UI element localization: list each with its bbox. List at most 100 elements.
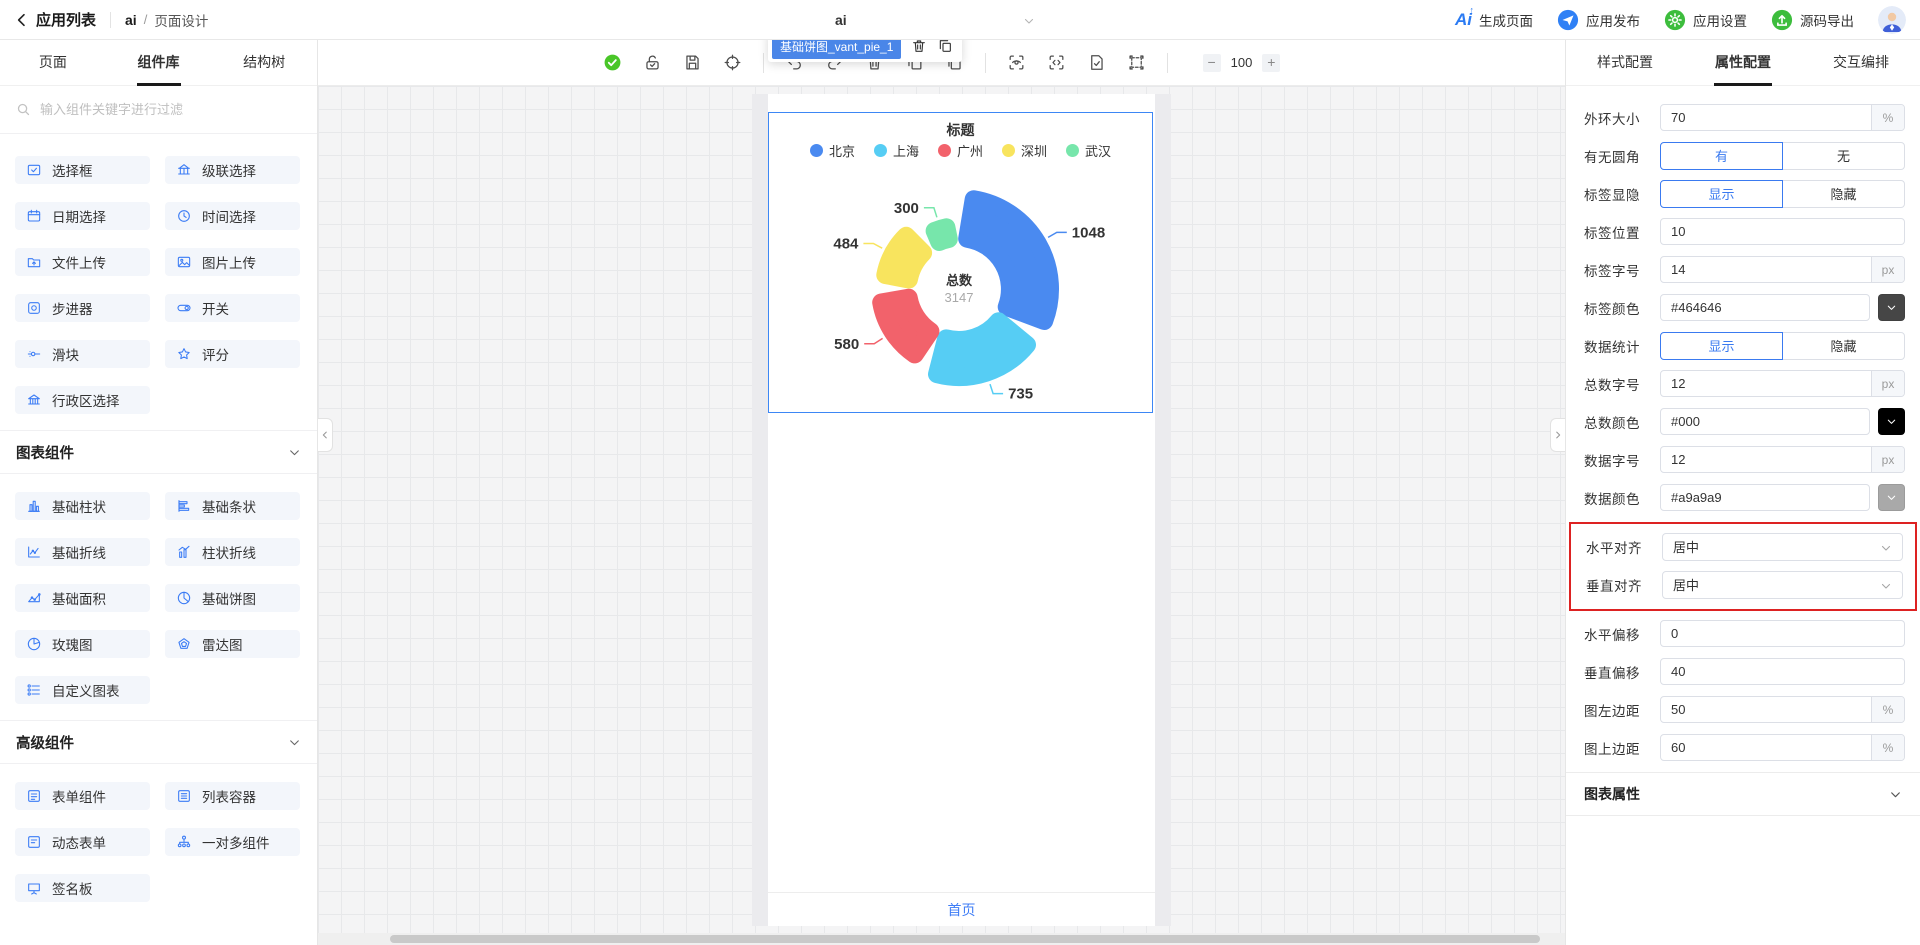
sidebar-tab-页面[interactable]: 页面 [0,40,106,86]
app-settings-button[interactable]: 应用设置 [1664,9,1747,31]
page-footer-tab[interactable]: 首页 [768,892,1155,926]
property-control [1660,218,1905,245]
component-tile-玫瑰图[interactable]: 玫瑰图 [15,630,150,658]
data-font-size-input[interactable] [1661,447,1871,472]
bar-horizontal-icon [176,498,192,514]
total-color-swatch-button[interactable] [1878,408,1905,435]
data-summary-option-隐藏[interactable]: 隐藏 [1782,331,1905,360]
preview-icon[interactable] [1007,53,1026,72]
back-chevron-icon[interactable] [14,12,30,28]
vertical-offset-input[interactable] [1661,659,1904,684]
property-label: 总数颜色 [1584,415,1640,431]
total-font-size-input[interactable] [1661,371,1871,396]
component-tile-基础面积[interactable]: 基础面积 [15,584,150,612]
component-tile-级联选择[interactable]: 级联选择 [165,156,300,184]
code-view-icon[interactable] [1047,53,1066,72]
component-tile-行政区选择[interactable]: 行政区选择 [15,386,150,414]
component-tile-基础饼图[interactable]: 基础饼图 [165,584,300,612]
label-color-swatch-button[interactable] [1878,294,1905,321]
horizontal-offset-input[interactable] [1661,621,1904,646]
chart-top-margin-input[interactable] [1661,735,1871,760]
component-tile-基础条状[interactable]: 基础条状 [165,492,300,520]
search-input[interactable] [40,102,301,117]
label-visibility-option-隐藏[interactable]: 隐藏 [1782,179,1905,208]
export-source-button[interactable]: 源码导出 [1771,9,1854,31]
chevron-down-icon [1023,14,1035,26]
property-row-chart-top-margin: 图上边距% [1566,734,1920,761]
collapse-left-panel-handle[interactable] [318,418,333,452]
pie-petal-北京 [958,190,1059,330]
checkbox-icon [26,162,42,178]
sidebar-tab-组件库[interactable]: 组件库 [106,40,212,86]
section-header-高级组件[interactable]: 高级组件 [0,720,317,764]
component-tile-滑块[interactable]: 滑块 [15,340,150,368]
component-tile-柱状折线[interactable]: 柱状折线 [165,538,300,566]
rounded-corner-option-有[interactable]: 有 [1660,141,1783,170]
rounded-corner-option-无[interactable]: 无 [1782,141,1905,170]
pie-chart-component[interactable]: 标题 北京 上海 广州 深圳 武汉 1048 735 580 484 300 总数 3147 [768,112,1153,413]
label-leader-line [864,337,884,345]
property-row-label-font-size: 标签字号 px [1566,256,1920,283]
component-tile-日期选择[interactable]: 日期选择 [15,202,150,230]
horizontal-align-select[interactable]: 居中 [1662,532,1903,561]
zoom-in-button[interactable]: + [1262,53,1281,72]
component-tile-图片上传[interactable]: 图片上传 [165,248,300,276]
label-font-size-input[interactable] [1661,257,1871,282]
label-position-input[interactable] [1661,219,1904,244]
zoom-out-button[interactable]: − [1202,53,1221,72]
component-tile-列表容器[interactable]: 列表容器 [165,782,300,810]
component-tile-开关[interactable]: 开关 [165,294,300,322]
property-control [1660,294,1905,321]
component-tile-自定义图表[interactable]: 自定义图表 [15,676,150,704]
target-icon[interactable] [723,53,742,72]
horizontal-scrollbar-thumb[interactable] [390,935,1540,943]
back-to-app-list-link[interactable]: 应用列表 [36,9,96,30]
component-tile-签名板[interactable]: 签名板 [15,874,150,902]
outer-ring-size-input[interactable] [1661,105,1871,130]
frame-select-icon[interactable] [1127,53,1146,72]
total-color-input[interactable] [1661,409,1869,434]
component-tile-动态表单[interactable]: 动态表单 [15,828,150,856]
component-tile-步进器[interactable]: 步进器 [15,294,150,322]
section-title: 图表属性 [1584,786,1640,802]
panel-tab-属性配置[interactable]: 属性配置 [1684,40,1802,86]
publish-app-button[interactable]: 应用发布 [1557,9,1640,31]
copy-component-icon[interactable] [937,38,953,54]
property-row-outer-ring-size: 外环大小% [1566,104,1920,131]
component-tile-选择框[interactable]: 选择框 [15,156,150,184]
chart-left-margin-input[interactable] [1661,697,1871,722]
page-designer-app: 应用列表 ai / 页面设计 ai Ai ↑ 生成页面 应用发布 应用设置 源码导出 页面… [0,0,1920,945]
page-selector-dropdown[interactable]: ai [835,0,1035,40]
data-color-swatch-button[interactable] [1878,484,1905,511]
page-check-icon[interactable] [1087,53,1106,72]
collapse-right-panel-handle[interactable] [1550,418,1565,452]
status-check-icon[interactable] [603,53,622,72]
component-tile-基础柱状[interactable]: 基础柱状 [15,492,150,520]
component-tile-雷达图[interactable]: 雷达图 [165,630,300,658]
component-search [0,86,317,134]
save-icon[interactable] [683,53,702,72]
unlock-icon[interactable] [643,53,662,72]
chart-properties-section-header[interactable]: 图表属性 [1566,772,1920,816]
panel-tab-样式配置[interactable]: 样式配置 [1566,40,1684,86]
label-color-input[interactable] [1661,295,1869,320]
generate-page-button[interactable]: Ai ↑ 生成页面 [1455,5,1533,30]
component-tile-评分[interactable]: 评分 [165,340,300,368]
data-color-input[interactable] [1661,485,1869,510]
vertical-align-select[interactable]: 居中 [1662,570,1903,599]
user-avatar[interactable] [1878,6,1906,34]
sidebar-tab-结构树[interactable]: 结构树 [211,40,317,86]
legend-label: 深圳 [1021,143,1048,159]
section-header-图表组件[interactable]: 图表组件 [0,430,317,474]
delete-component-icon[interactable] [911,38,927,54]
label-visibility-option-显示[interactable]: 显示 [1660,179,1783,208]
component-tile-文件上传[interactable]: 文件上传 [15,248,150,276]
one-to-many-icon [176,834,192,850]
component-tile-基础折线[interactable]: 基础折线 [15,538,150,566]
component-tile-时间选择[interactable]: 时间选择 [165,202,300,230]
component-tile-一对多组件[interactable]: 一对多组件 [165,828,300,856]
pie-value-label: 300 [894,200,919,217]
component-tile-表单组件[interactable]: 表单组件 [15,782,150,810]
data-summary-option-显示[interactable]: 显示 [1660,331,1783,360]
panel-tab-交互编排[interactable]: 交互编排 [1802,40,1920,86]
